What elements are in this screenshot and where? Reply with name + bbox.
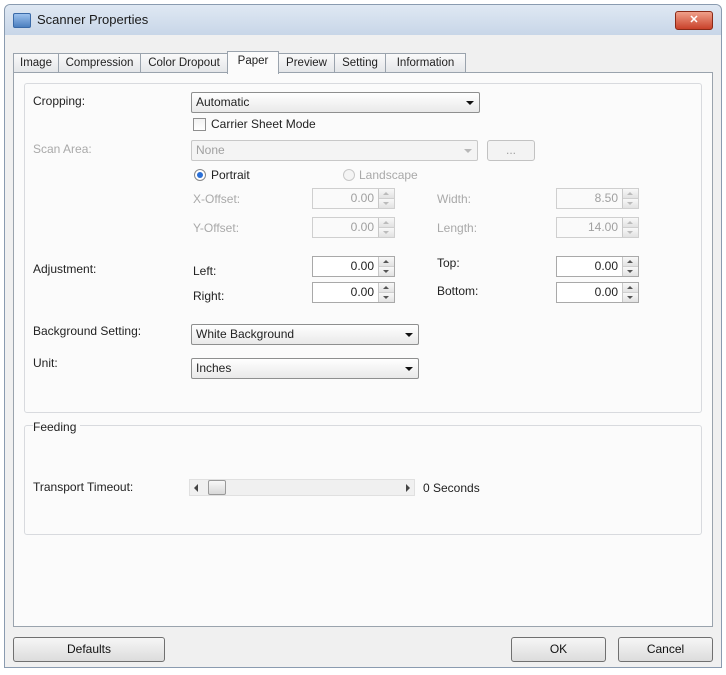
spin-down-icon[interactable] (623, 228, 638, 237)
background-setting-select[interactable]: White Background (191, 324, 419, 345)
landscape-radio[interactable] (343, 169, 355, 181)
chevron-down-icon (405, 367, 413, 371)
landscape-label: Landscape (359, 168, 418, 182)
length-label: Length: (437, 221, 478, 235)
bottom-value: 0.00 (594, 285, 618, 299)
left-label: Left: (193, 264, 217, 278)
transport-timeout-slider[interactable] (189, 479, 415, 496)
scanner-icon (13, 13, 31, 28)
spin-down-icon[interactable] (379, 228, 394, 237)
bottom-spinner[interactable]: 0.00 (556, 282, 639, 303)
tab-compression[interactable]: Compression (58, 53, 141, 72)
tab-information[interactable]: Information (385, 53, 466, 72)
spin-down-icon[interactable] (623, 199, 638, 208)
spin-buttons (378, 257, 394, 276)
y-offset-spinner[interactable]: 0.00 (312, 217, 395, 238)
defaults-button[interactable]: Defaults (13, 637, 165, 662)
unit-value: Inches (196, 361, 232, 375)
carrier-sheet-checkbox[interactable] (193, 118, 206, 131)
unit-select[interactable]: Inches (191, 358, 419, 379)
tab-setting[interactable]: Setting (334, 53, 386, 72)
spin-buttons (622, 283, 638, 302)
tab-image[interactable]: Image (13, 53, 59, 72)
width-spinner[interactable]: 8.50 (556, 188, 639, 209)
tab-preview[interactable]: Preview (278, 53, 335, 72)
spin-up-icon[interactable] (379, 218, 394, 228)
slider-thumb[interactable] (208, 480, 226, 495)
spin-down-icon[interactable] (379, 293, 394, 302)
transport-timeout-value: 0 Seconds (423, 481, 480, 495)
scan-area-label: Scan Area: (33, 142, 92, 156)
spin-buttons (622, 257, 638, 276)
spin-up-icon[interactable] (379, 283, 394, 293)
background-setting-value: White Background (196, 327, 295, 341)
x-offset-spinner[interactable]: 0.00 (312, 188, 395, 209)
cancel-button[interactable]: Cancel (618, 637, 713, 662)
width-value: 8.50 (594, 191, 618, 205)
window-title: Scanner Properties (37, 12, 149, 27)
scroll-right-icon[interactable] (406, 484, 410, 492)
chevron-down-icon (405, 333, 413, 337)
adjustment-label: Adjustment: (33, 262, 97, 276)
close-button[interactable]: ✕ (675, 11, 713, 30)
background-setting-label: Background Setting: (33, 324, 142, 338)
spin-buttons (378, 218, 394, 237)
spin-buttons (622, 189, 638, 208)
scan-area-browse-button[interactable]: ... (487, 140, 535, 161)
scanner-properties-window: Scanner Properties ✕ Image Compression C… (4, 4, 722, 668)
top-value: 0.00 (594, 259, 618, 273)
title-bar[interactable]: Scanner Properties ✕ (5, 5, 721, 36)
scan-area-select[interactable]: None (191, 140, 478, 161)
tab-color-dropout[interactable]: Color Dropout (140, 53, 228, 72)
unit-label: Unit: (33, 356, 58, 370)
portrait-label: Portrait (211, 168, 250, 182)
ok-button[interactable]: OK (511, 637, 606, 662)
paper-settings-group: Cropping: Automatic Carrier Sheet Mode S… (24, 83, 702, 413)
width-label: Width: (437, 192, 472, 206)
spin-down-icon[interactable] (379, 267, 394, 276)
tab-paper[interactable]: Paper (227, 51, 279, 74)
scroll-left-icon[interactable] (194, 484, 198, 492)
paper-tab-panel: Cropping: Automatic Carrier Sheet Mode S… (13, 72, 713, 627)
right-spinner[interactable]: 0.00 (312, 282, 395, 303)
right-label: Right: (193, 289, 225, 303)
dialog-client-area: Image Compression Color Dropout Paper Pr… (5, 35, 721, 667)
cropping-value: Automatic (196, 95, 250, 109)
cropping-label: Cropping: (33, 94, 86, 108)
x-offset-label: X-Offset: (193, 192, 241, 206)
feeding-title: Feeding (33, 420, 81, 434)
spin-up-icon[interactable] (623, 257, 638, 267)
feeding-group: Feeding Transport Timeout: 0 Seconds (24, 420, 702, 535)
carrier-sheet-label: Carrier Sheet Mode (211, 117, 316, 131)
transport-timeout-label: Transport Timeout: (33, 480, 134, 494)
portrait-radio[interactable] (194, 169, 206, 181)
y-offset-value: 0.00 (350, 220, 374, 234)
spin-up-icon[interactable] (623, 283, 638, 293)
bottom-label: Bottom: (437, 284, 479, 298)
cropping-select[interactable]: Automatic (191, 92, 480, 113)
x-offset-value: 0.00 (350, 191, 374, 205)
spin-down-icon[interactable] (623, 293, 638, 302)
spin-buttons (378, 189, 394, 208)
spin-buttons (378, 283, 394, 302)
left-spinner[interactable]: 0.00 (312, 256, 395, 277)
top-spinner[interactable]: 0.00 (556, 256, 639, 277)
y-offset-label: Y-Offset: (193, 221, 240, 235)
chevron-down-icon (464, 149, 472, 153)
spin-down-icon[interactable] (379, 199, 394, 208)
left-value: 0.00 (350, 259, 374, 273)
top-label: Top: (437, 256, 460, 270)
spin-up-icon[interactable] (623, 218, 638, 228)
length-spinner[interactable]: 14.00 (556, 217, 639, 238)
length-value: 14.00 (587, 220, 618, 234)
spin-up-icon[interactable] (623, 189, 638, 199)
spin-up-icon[interactable] (379, 257, 394, 267)
scan-area-value: None (196, 143, 225, 157)
chevron-down-icon (466, 101, 474, 105)
spin-down-icon[interactable] (623, 267, 638, 276)
spin-buttons (622, 218, 638, 237)
right-value: 0.00 (350, 285, 374, 299)
spin-up-icon[interactable] (379, 189, 394, 199)
